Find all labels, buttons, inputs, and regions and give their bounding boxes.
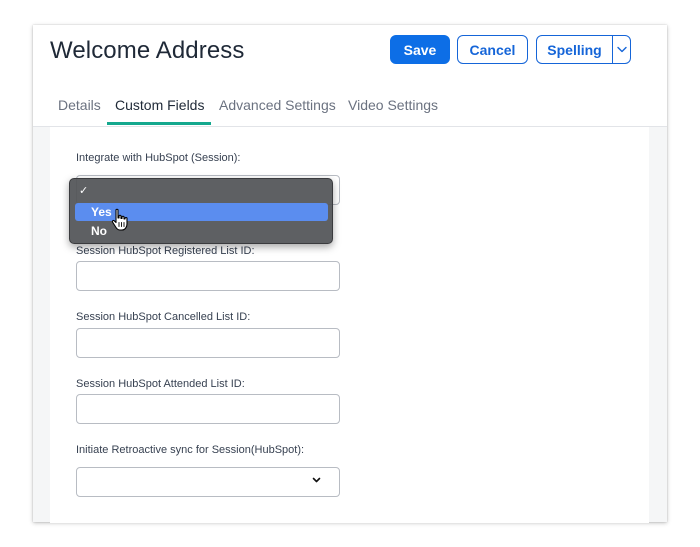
chevron-down-icon [312, 477, 321, 483]
page-title: Welcome Address [50, 37, 245, 64]
cancelled-list-input[interactable] [76, 328, 340, 358]
tab-video-settings[interactable]: Video Settings [348, 97, 438, 113]
registered-list-input[interactable] [76, 261, 340, 291]
retroactive-sync-label: Initiate Retroactive sync for Session(Hu… [76, 444, 305, 456]
tab-bar: Details Custom Fields Advanced Settings … [33, 85, 667, 126]
spelling-button[interactable]: Spelling [537, 36, 613, 63]
tab-details[interactable]: Details [58, 97, 101, 113]
cancelled-list-label: Session HubSpot Cancelled List ID: [76, 311, 251, 323]
cancel-button[interactable]: Cancel [457, 35, 528, 64]
save-button[interactable]: Save [390, 35, 450, 64]
header: Welcome Address Save Cancel Spelling Det… [33, 25, 667, 126]
spelling-menu-toggle[interactable] [613, 36, 630, 63]
active-tab-indicator [107, 122, 211, 125]
integrate-hubspot-label: Integrate with HubSpot (Session): [76, 152, 241, 164]
attended-list-label: Session HubSpot Attended List ID: [76, 378, 245, 390]
editor-card: Welcome Address Save Cancel Spelling Det… [33, 25, 667, 523]
retroactive-sync-select[interactable] [76, 467, 340, 497]
spelling-split-button: Spelling [536, 35, 631, 64]
hand-cursor-icon [111, 208, 128, 231]
registered-list-label: Session HubSpot Registered List ID: [76, 245, 255, 257]
check-icon: ✓ [79, 185, 89, 197]
tab-advanced-settings[interactable]: Advanced Settings [219, 97, 336, 113]
attended-list-input[interactable] [76, 394, 340, 424]
chevron-down-icon [616, 46, 627, 53]
hubspot-options-dropdown: ✓ Yes No [69, 178, 333, 244]
tab-custom-fields[interactable]: Custom Fields [115, 97, 204, 113]
